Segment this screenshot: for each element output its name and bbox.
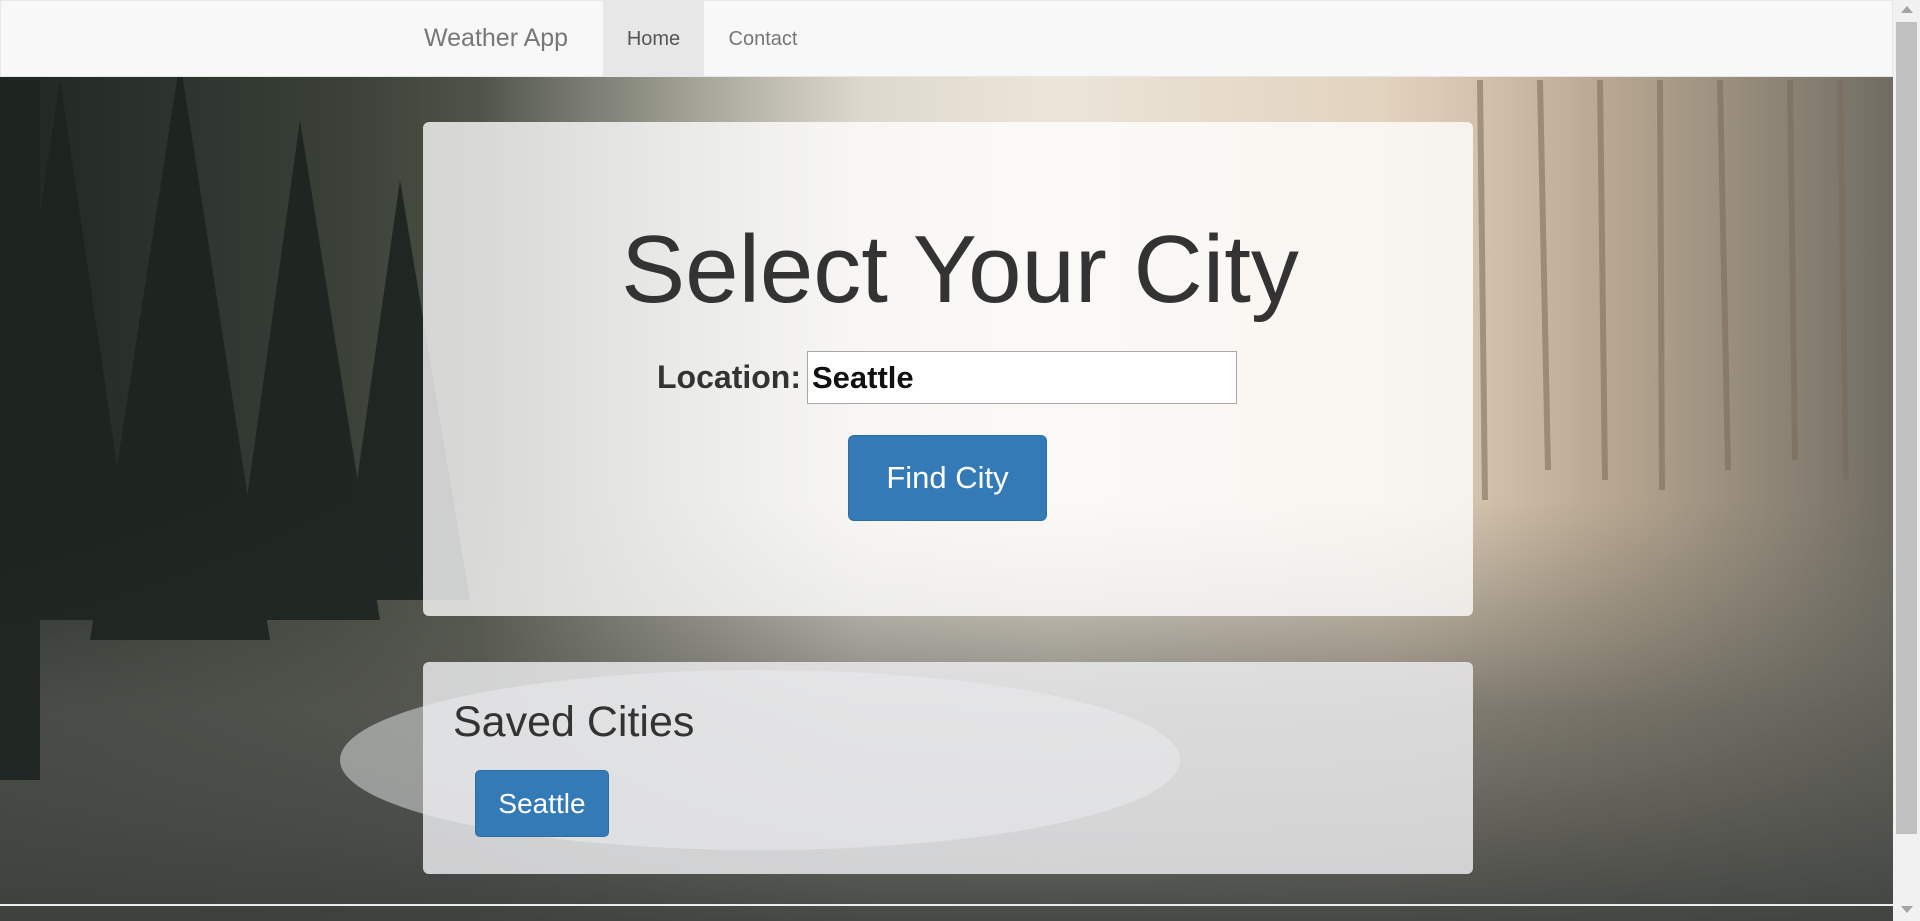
scrollbar-thumb[interactable]: [1896, 22, 1917, 834]
nav-item-home[interactable]: Home: [603, 1, 704, 77]
location-label: Location:: [657, 359, 801, 395]
location-input[interactable]: [807, 351, 1237, 404]
find-city-button[interactable]: Find City: [848, 435, 1047, 521]
nav-item-contact[interactable]: Contact: [704, 1, 822, 77]
vertical-scrollbar[interactable]: [1893, 0, 1920, 921]
scroll-down-arrow-icon[interactable]: [1901, 906, 1913, 913]
scroll-up-arrow-icon[interactable]: [1901, 6, 1913, 13]
saved-cities-title: Saved Cities: [453, 698, 695, 746]
saved-cities-panel: [423, 662, 1473, 874]
navbar: Weather App Home Contact: [0, 0, 1893, 77]
saved-city-button-seattle[interactable]: Seattle: [475, 770, 609, 837]
divider: [0, 904, 1893, 906]
page-title: Select Your City: [621, 216, 1299, 323]
brand-link[interactable]: Weather App: [424, 24, 568, 53]
